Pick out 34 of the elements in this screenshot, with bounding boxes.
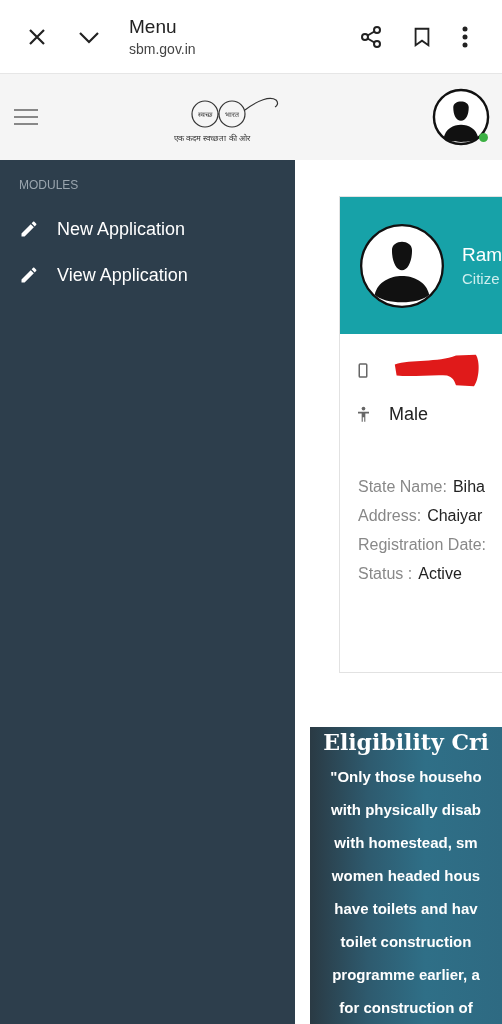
avatar-icon bbox=[359, 222, 445, 309]
detail-value: Biha bbox=[452, 478, 485, 496]
page-url: sbm.gov.in bbox=[129, 41, 197, 57]
share-icon[interactable] bbox=[359, 24, 383, 49]
menu-icon[interactable] bbox=[14, 108, 38, 126]
banner-text-line: have toilets and hav bbox=[334, 899, 478, 919]
sidebar-item[interactable]: View Application bbox=[19, 252, 295, 298]
banner-text-line: women headed hous bbox=[331, 866, 481, 886]
avatar-icon[interactable] bbox=[432, 88, 490, 146]
gender: Male bbox=[389, 403, 428, 425]
banner-text-line: "Only those househo bbox=[330, 767, 482, 787]
person-icon bbox=[358, 405, 369, 423]
banner-text-line: for construction of bbox=[339, 998, 473, 1018]
pencil-icon bbox=[19, 219, 39, 239]
banner-text-line: with homestead, sm bbox=[334, 833, 478, 853]
pencil-icon bbox=[19, 265, 39, 285]
phone-icon bbox=[358, 362, 368, 378]
logo-tagline: एक कदम स्वच्छता की ओर bbox=[174, 132, 250, 143]
sidebar-item[interactable]: New Application bbox=[19, 206, 295, 252]
user-name: Ram bbox=[462, 244, 502, 266]
user-role: Citize bbox=[462, 270, 501, 287]
banner-title: Eligibility Cri bbox=[323, 729, 489, 755]
more-icon[interactable] bbox=[461, 24, 469, 49]
section-heading: MODULES bbox=[19, 178, 80, 192]
detail-label: Address: bbox=[358, 507, 422, 525]
detail-label: State Name: bbox=[358, 478, 447, 496]
detail-value: Chaiyar bbox=[427, 507, 483, 525]
page-title: Menu bbox=[129, 16, 178, 38]
detail-value: Active bbox=[418, 565, 462, 583]
banner-text-line: toilet construction bbox=[340, 932, 472, 952]
banner-text-line: programme earlier, a bbox=[332, 965, 480, 985]
detail-label: Status : bbox=[358, 565, 413, 583]
detail-label: Registration Date: bbox=[358, 536, 487, 554]
banner-text-line: with physically disab bbox=[330, 800, 481, 820]
